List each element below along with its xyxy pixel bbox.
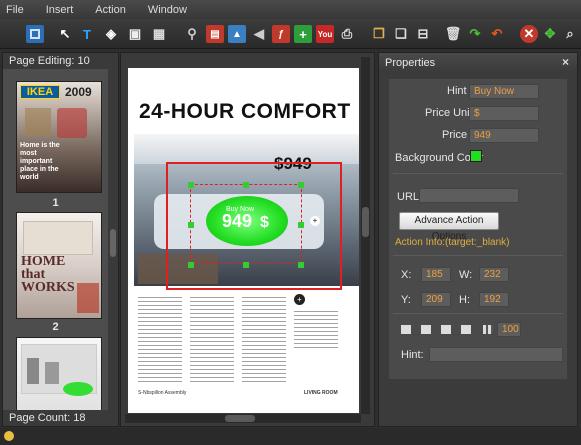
page-headline: 24-HOUR COMFORT (139, 100, 351, 123)
thumbnail-label-1: 1 (52, 197, 59, 209)
plus-bullet-icon: + (294, 294, 305, 305)
paste-icon[interactable]: ❏ (392, 25, 410, 43)
price-label: Price (442, 129, 468, 141)
w-input[interactable]: 232 (479, 267, 509, 282)
properties-panel: Properties × Hint Buy Now Price Unit $ P… (378, 52, 578, 427)
status-icon (4, 431, 14, 441)
menubar: File Insert Action Window (0, 0, 581, 19)
table-icon[interactable]: ▦ (150, 25, 168, 43)
menu-file[interactable]: File (6, 4, 24, 16)
x-label: X: (401, 269, 412, 281)
hint2-label: Hint: (401, 349, 424, 361)
network-icon[interactable]: ✥ (541, 25, 559, 43)
link-icon[interactable]: ⚲ (183, 25, 201, 43)
select-arrow-icon[interactable]: ↖ (56, 25, 74, 43)
action-info-text: Action Info:(target:_blank) (395, 237, 510, 248)
align-icon[interactable]: ⊟ (414, 25, 432, 43)
menu-action[interactable]: Action (95, 4, 126, 16)
hint-label: Hint (447, 85, 467, 97)
thumbnail-list: IKEA 2009 Home is the most important pla… (3, 69, 108, 417)
page-footer-left: S-Nbspillon Assembly (138, 390, 187, 396)
button-bounds (190, 184, 302, 264)
text-column (294, 308, 338, 348)
properties-header: Properties × (379, 53, 577, 73)
page-footer-right: LIVING ROOM (304, 390, 338, 396)
undo-icon[interactable]: ↶ (488, 25, 506, 43)
properties-title: Properties (385, 57, 436, 69)
hint2-input[interactable] (429, 347, 563, 362)
image-icon[interactable]: ▲ (228, 25, 246, 43)
trash-icon[interactable]: 🗑 (444, 25, 462, 43)
y-input[interactable]: 209 (421, 292, 451, 307)
resize-handle[interactable] (298, 222, 304, 228)
url-input[interactable] (419, 188, 519, 203)
toolbar: ↖ T ◈ ▣ ▦ ⚲ ▤ ▲ ◀ ƒ + You ⎙ ❐ ❏ ⊟ 🗑 ↷ ↶ … (0, 19, 581, 49)
page-thumbnails-panel: Page Editing: 10 IKEA 2009 Home is the m… (2, 52, 119, 427)
background-color-swatch[interactable] (470, 150, 482, 162)
price-input[interactable]: 949 (469, 128, 539, 143)
opacity-input[interactable]: 100 (497, 322, 521, 337)
canvas-horizontal-scrollbar[interactable] (125, 414, 361, 423)
text-icon[interactable]: T (78, 25, 96, 43)
y-label: Y: (401, 294, 411, 306)
h-input[interactable]: 192 (479, 292, 509, 307)
hint-input[interactable]: Buy Now (469, 84, 539, 99)
page-canvas: 24-HOUR COMFORT $949 Buy Now 949 $ + + S… (128, 68, 359, 413)
redo-icon[interactable]: ↷ (466, 25, 484, 43)
resize-handle[interactable] (243, 182, 249, 188)
thumbnail-scrollbar[interactable] (108, 69, 118, 410)
text-column (190, 294, 234, 382)
flash-icon[interactable]: ƒ (272, 25, 290, 43)
film-icon[interactable]: ▤ (206, 25, 224, 43)
youtube-icon[interactable]: You (316, 25, 334, 43)
page-count-label: Page Count: 18 (3, 410, 118, 426)
thumbnail-page-1[interactable]: IKEA 2009 Home is the most important pla… (16, 81, 102, 193)
align-left-icon[interactable] (401, 325, 411, 334)
audio-icon[interactable]: ◀ (250, 25, 268, 43)
align-right-icon[interactable] (441, 325, 451, 334)
h-label: H: (459, 294, 470, 306)
align-top-icon[interactable] (461, 325, 471, 334)
advance-action-options-button[interactable]: Advance Action Options (399, 212, 499, 242)
price-unit-label: Price Unit (425, 107, 473, 119)
zoom-icon[interactable]: ⌕ (561, 25, 579, 43)
thumb-year: 2009 (65, 85, 92, 99)
text-column (138, 294, 182, 382)
page-editing-label: Page Editing: 10 (3, 53, 118, 69)
opacity-icon (483, 325, 493, 334)
delete-icon[interactable]: ✕ (520, 25, 538, 43)
w-label: W: (459, 269, 473, 281)
resize-handle[interactable] (188, 262, 194, 268)
add-icon[interactable]: + (294, 25, 312, 43)
thumbnail-label-2: 2 (52, 321, 59, 333)
thumb-caption: Home is the most important place in the … (20, 142, 60, 181)
x-input[interactable]: 185 (421, 267, 451, 282)
resize-handle[interactable] (298, 182, 304, 188)
print-icon[interactable]: ⎙ (338, 25, 356, 43)
resize-handle[interactable] (243, 262, 249, 268)
tag-icon[interactable]: ◈ (102, 25, 120, 43)
menu-window[interactable]: Window (148, 4, 187, 16)
properties-body: Hint Buy Now Price Unit $ Price 949 Back… (389, 79, 567, 379)
save-icon[interactable] (26, 25, 44, 43)
thumbnail-page-3[interactable] (16, 337, 102, 417)
thumbnail-page-2[interactable]: HOME that WORKS (16, 212, 102, 319)
thumb-headline: HOME that WORKS (21, 254, 75, 295)
price-unit-input[interactable]: $ (469, 106, 539, 121)
status-bar (0, 428, 581, 445)
page-canvas-panel: 24-HOUR COMFORT $949 Buy Now 949 $ + + S… (120, 52, 375, 427)
app-window: File Insert Action Window ↖ T ◈ ▣ ▦ ⚲ ▤ … (0, 0, 581, 445)
resize-handle[interactable] (188, 182, 194, 188)
copy-icon[interactable]: ❐ (370, 25, 388, 43)
resize-handle[interactable] (298, 262, 304, 268)
canvas-vertical-scrollbar[interactable] (361, 57, 370, 414)
resize-handle[interactable] (188, 222, 194, 228)
photo-icon[interactable]: ▣ (126, 25, 144, 43)
close-icon[interactable]: × (562, 55, 569, 69)
menu-insert[interactable]: Insert (46, 4, 74, 16)
align-center-icon[interactable] (421, 325, 431, 334)
text-column (242, 294, 286, 382)
ikea-logo: IKEA (20, 85, 60, 99)
rotate-handle-icon[interactable]: + (310, 216, 320, 226)
